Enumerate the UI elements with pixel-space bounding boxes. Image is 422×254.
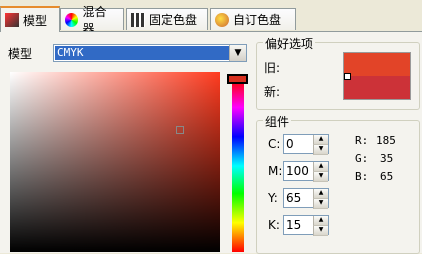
cyan-value[interactable]: 0: [286, 137, 294, 151]
components-title: 组件: [263, 113, 292, 130]
chevron-down-icon[interactable]: ▼: [229, 45, 246, 61]
cyan-stepper[interactable]: 0 ▲ ▼: [283, 134, 329, 155]
color-field-cursor[interactable]: [176, 126, 184, 134]
model-label: 模型: [8, 47, 33, 61]
blue-value: 65: [380, 170, 394, 183]
green-value: 35: [380, 152, 394, 165]
color-swatch: [343, 52, 411, 100]
spin-down-icon[interactable]: ▼: [313, 199, 328, 209]
magenta-stepper[interactable]: 100 ▲ ▼: [283, 161, 329, 182]
spin-up-icon[interactable]: ▲: [313, 162, 328, 172]
spin-up-icon[interactable]: ▲: [313, 216, 328, 226]
tab-label: 固定色盘: [149, 13, 198, 27]
tab-label: 自订色盘: [233, 13, 282, 27]
cyan-label: C:: [268, 137, 281, 151]
swatch-marker: [344, 73, 351, 80]
old-color-swatch: [344, 53, 410, 76]
yellow-value[interactable]: 65: [286, 191, 301, 205]
old-color-label: 旧:: [264, 61, 281, 75]
tab-bar: 模型 混合器 固定色盘 自订色盘: [0, 0, 422, 36]
fixed-palette-icon: [131, 12, 145, 27]
yellow-label: Y:: [268, 191, 278, 205]
mixer-icon: [65, 12, 79, 27]
red-label: R:: [355, 134, 369, 147]
preferences-title: 偏好选项: [263, 35, 316, 52]
model-icon: [5, 13, 19, 27]
black-stepper[interactable]: 15 ▲ ▼: [283, 215, 329, 236]
spin-up-icon[interactable]: ▲: [313, 189, 328, 199]
hue-slider[interactable]: [232, 80, 244, 252]
yellow-stepper[interactable]: 65 ▲ ▼: [283, 188, 329, 209]
tab-fixed-palette[interactable]: 固定色盘: [126, 8, 208, 30]
model-dropdown-value: CMYK: [55, 46, 229, 60]
model-dropdown[interactable]: CMYK ▼: [53, 44, 247, 62]
spin-down-icon[interactable]: ▼: [313, 226, 328, 236]
tab-model[interactable]: 模型: [0, 6, 60, 32]
custom-palette-icon: [215, 12, 229, 27]
tab-mixer[interactable]: 混合器: [60, 5, 124, 36]
color-field[interactable]: [10, 72, 220, 252]
spin-down-icon[interactable]: ▼: [313, 172, 328, 182]
tab-custom-palette[interactable]: 自订色盘: [210, 8, 296, 30]
new-color-label: 新:: [264, 85, 281, 99]
red-value: 185: [376, 134, 396, 147]
green-label: G:: [355, 152, 369, 165]
magenta-value[interactable]: 100: [286, 164, 309, 178]
magenta-label: M:: [268, 164, 283, 178]
blue-label: B:: [355, 170, 369, 183]
black-label: K:: [268, 218, 280, 232]
spin-up-icon[interactable]: ▲: [313, 135, 328, 145]
black-value[interactable]: 15: [286, 218, 301, 232]
tab-label: 模型: [23, 13, 48, 28]
new-color-swatch: [344, 76, 410, 99]
spin-down-icon[interactable]: ▼: [313, 145, 328, 155]
hue-slider-handle[interactable]: [227, 74, 248, 84]
